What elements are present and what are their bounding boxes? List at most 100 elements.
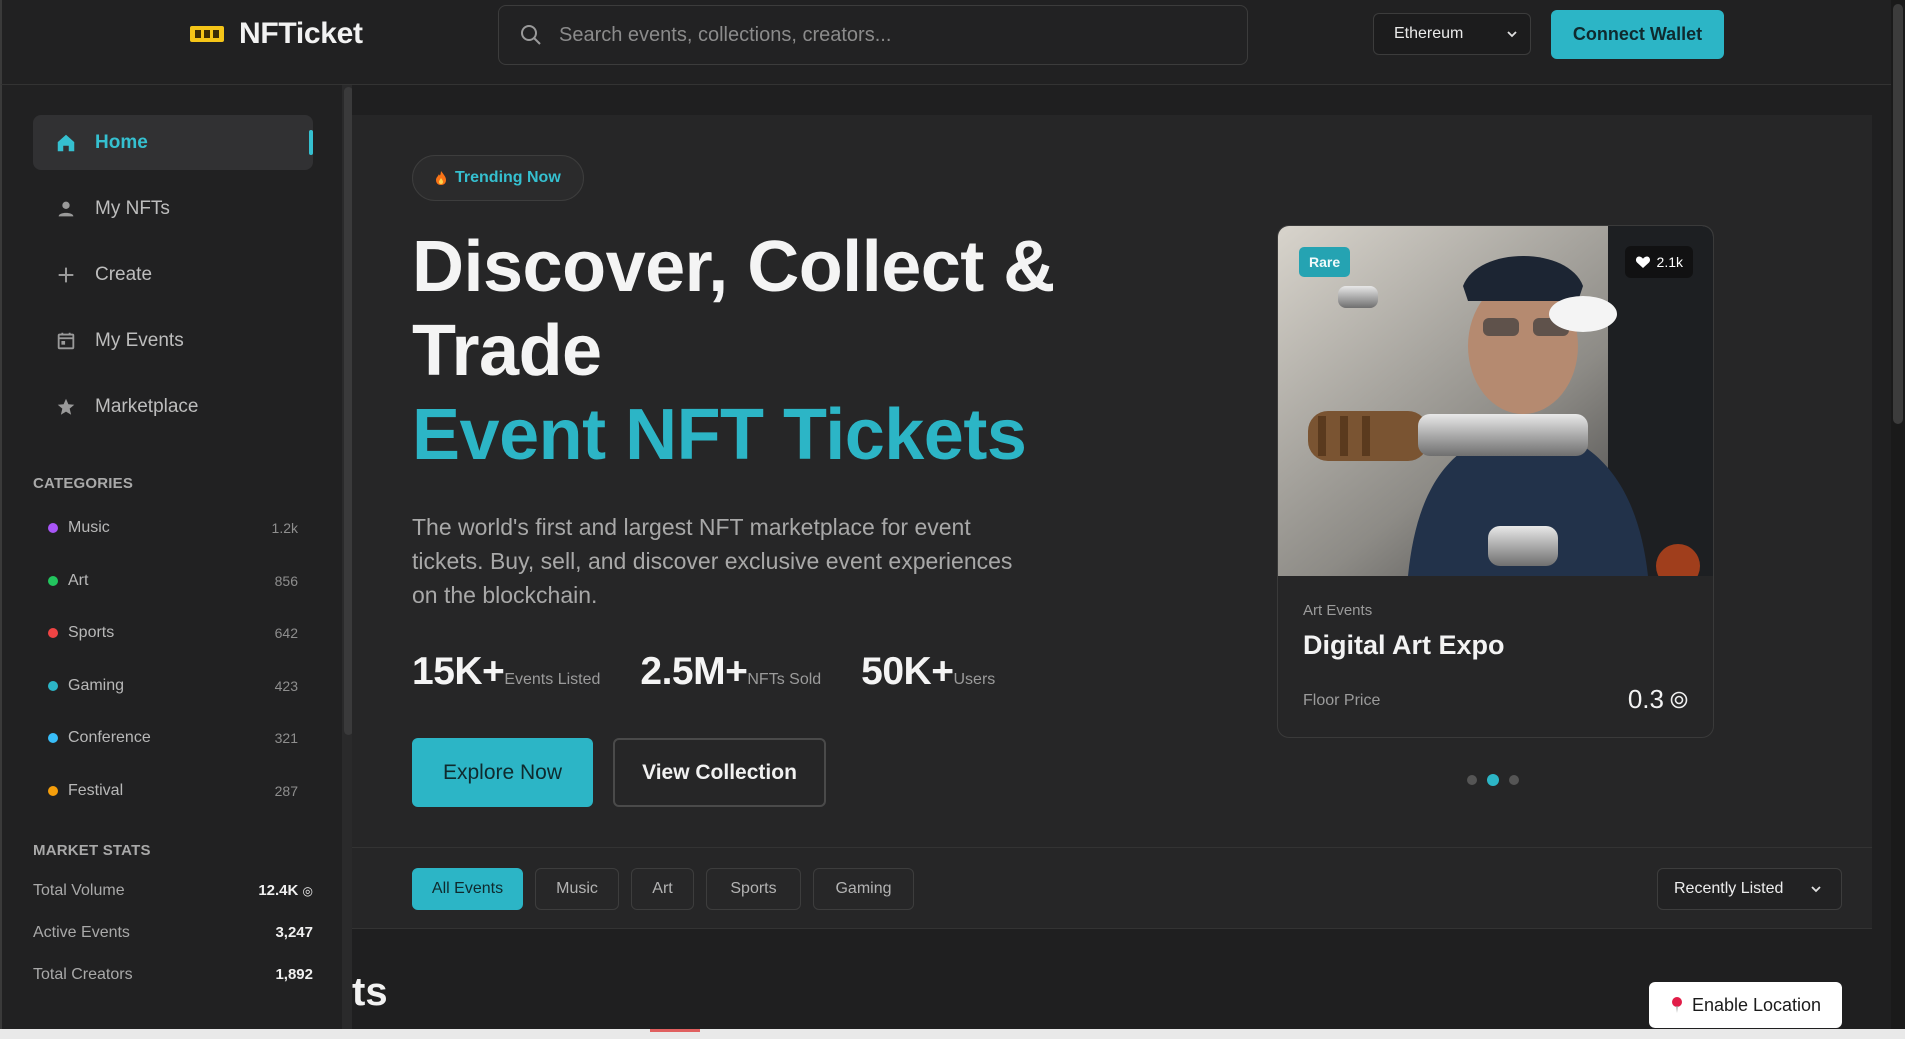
network-value: Ethereum [1394,25,1464,42]
hero-description: The world's first and largest NFT market… [412,514,1013,608]
enable-location-label: Enable Location [1691,994,1822,1015]
category-label: Sports [68,624,115,641]
network-select[interactable]: Ethereum [1373,13,1531,55]
bottom-edge-marker [650,1029,700,1032]
category-dot [48,733,58,743]
enable-location-button[interactable]: Enable Location [1649,982,1842,1028]
category-dot [48,628,58,638]
pin-icon [1671,997,1682,1013]
hero-section: Trending Now Discover, Collect & Trade E… [352,115,1872,847]
kpi-label: NFTs Sold [747,671,822,688]
chevron-down-icon [1811,886,1821,893]
category-label: Music [68,519,110,536]
trending-badge-label: Trending Now [455,169,561,186]
view-collection-button[interactable]: View Collection [613,738,826,807]
kpi-value: 2.5M+ [640,650,748,693]
featured-nft-card[interactable]: Rare 2.1k Art Events Digital Art Expo Fl… [1277,225,1714,738]
main-content: Trending Now Discover, Collect & Trade E… [352,85,1905,1029]
top-header: NFTicket Ethereum Connect Wallet [0,0,1905,85]
stat-label: Active Events [33,924,130,941]
market-stats-title: MARKET STATS [33,842,151,859]
hero-title-line2: Trade [412,311,602,391]
filter-chip-sports[interactable]: Sports [706,868,801,910]
kpi-label: Users [953,671,996,688]
sidebar-item-home[interactable]: Home [33,115,313,170]
category-label: Conference [68,729,151,746]
kpi-value: 50K+ [861,650,954,693]
brand-logo[interactable]: NFTicket [189,17,363,51]
card-category: Art Events [1303,602,1373,619]
category-count: 423 [274,678,298,694]
category-art[interactable]: Art 856 [48,566,298,596]
kpi-label: Events Listed [504,671,601,688]
sort-select[interactable]: Recently Listed [1657,868,1842,910]
category-count: 642 [274,625,298,641]
category-dot [48,576,58,586]
category-count: 287 [274,783,298,799]
category-sports[interactable]: Sports 642 [48,618,298,648]
sidebar-item-label: Create [95,263,153,285]
category-gaming[interactable]: Gaming 423 [48,671,298,701]
stat-label: Total Volume [33,882,125,899]
stat-value: 1,892 [275,966,313,983]
carousel-dots [1467,774,1519,786]
bottom-edge [0,1029,1905,1039]
category-festival[interactable]: Festival 287 [48,776,298,806]
search-bar[interactable] [498,5,1248,65]
heart-icon [1635,256,1650,268]
category-dot [48,681,58,691]
sidebar-item-create[interactable]: Create [33,247,313,302]
hero-title-accent: Event NFT Tickets [412,395,1027,475]
category-music[interactable]: Music 1.2k [48,513,298,543]
floor-price-value: 0.3 [1627,684,1664,714]
stat-value: 12.4K ◎ [258,882,313,900]
connect-wallet-button[interactable]: Connect Wallet [1551,10,1724,59]
search-icon [521,25,541,45]
hero-title-line1: Discover, Collect & [412,227,1055,307]
stat-label: Total Creators [33,966,133,983]
plus-icon [58,267,74,282]
user-icon [58,201,74,216]
sidebar-item-my-events[interactable]: My Events [33,313,313,368]
kpi-events: 15K+ Events Listed [412,650,600,694]
ticket-icon [190,26,224,42]
sidebar-item-label: Marketplace [95,395,199,417]
page-scrollbar-thumb[interactable] [1893,4,1903,424]
sidebar-item-label: Home [95,131,148,153]
category-dot [48,786,58,796]
sidebar-item-my-nfts[interactable]: My NFTs [33,181,313,236]
filter-bar: All Events Music Art Sports Gaming Recen… [352,847,1872,929]
filter-chip-art[interactable]: Art [631,868,694,910]
filter-chip-all-events[interactable]: All Events [412,868,523,910]
search-input[interactable] [559,23,1199,47]
card-title: Digital Art Expo [1303,630,1505,660]
stat-total-volume: Total Volume 12.4K ◎ [33,882,313,900]
category-label: Gaming [68,677,125,694]
filter-chip-gaming[interactable]: Gaming [813,868,914,910]
calendar-icon [57,332,75,349]
flame-icon [436,171,446,185]
category-conference[interactable]: Conference 321 [48,723,298,753]
likes-count: 2.1k [1656,254,1683,270]
eth-icon [1670,691,1688,708]
kpi-nfts: 2.5M+ NFTs Sold [640,650,821,694]
category-label: Festival [68,782,124,799]
explore-now-button[interactable]: Explore Now [412,738,593,807]
carousel-dot-active[interactable] [1487,774,1499,786]
carousel-dot[interactable] [1467,775,1477,785]
chevron-down-icon [1507,31,1517,38]
sidebar-item-label: My Events [95,329,184,351]
category-count: 1.2k [271,520,298,536]
stat-value: 3,247 [275,924,313,941]
sort-value: Recently Listed [1674,880,1784,897]
brand-name: NFTicket [239,17,363,50]
stat-total-creators: Total Creators 1,892 [33,966,313,984]
likes-button[interactable]: 2.1k [1624,246,1693,278]
event-photo [1278,226,1713,576]
carousel-dot[interactable] [1509,775,1519,785]
sidebar-item-marketplace[interactable]: Marketplace [33,379,313,434]
rarity-badge: Rare [1299,247,1351,277]
floor-price: 0.3 [1628,684,1688,715]
filter-chip-music[interactable]: Music [535,868,619,910]
stat-value-text: 12.4K [258,882,299,899]
